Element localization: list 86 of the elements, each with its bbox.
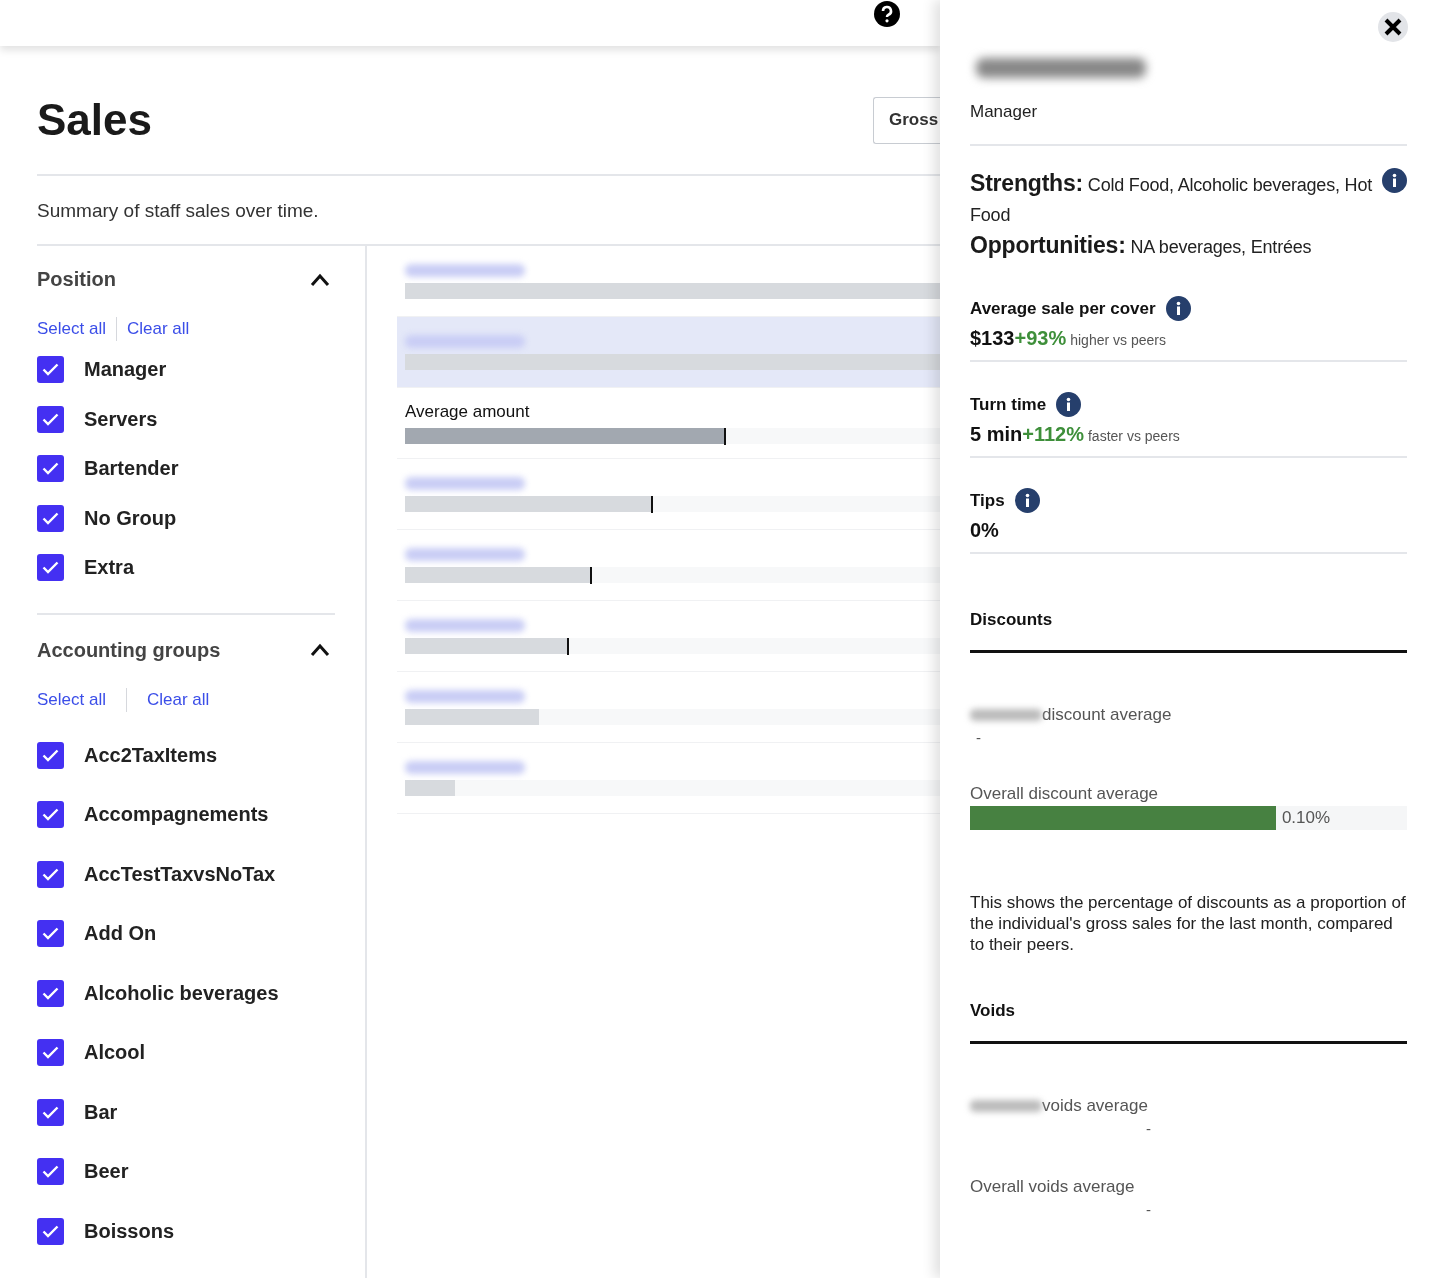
check-icon [42,927,59,941]
overall-average-label: Overall discount average [970,784,1160,804]
metric-value: $133 [970,327,1015,350]
section-description: This shows the percentage of discounts as a proportion of the individual's gross sales for the last month, compared to their peers. [970,892,1407,955]
redacted-name [970,1100,1042,1112]
checkbox-label: Boissons [84,1219,175,1243]
checkbox[interactable] [37,1098,64,1126]
own-average-label: voids average [1042,1096,1148,1116]
info-icon[interactable] [1382,168,1407,193]
close-button[interactable] [1378,12,1408,42]
checkbox-label: Alcoholic beverages [84,981,279,1005]
info-icon[interactable] [1056,392,1082,417]
staff-role: Manager [970,102,1407,146]
checkbox-label: No Group [84,506,177,530]
checkbox[interactable] [37,554,64,582]
check-icon [42,1046,59,1060]
metric-label: Tips [970,490,1005,511]
checkbox[interactable] [37,741,64,769]
checkbox[interactable] [37,979,64,1007]
own-average-label: discount average [1042,705,1172,725]
checkbox[interactable] [37,920,64,948]
select-all-link[interactable]: Select all [37,319,106,339]
checkbox[interactable] [37,860,64,888]
filter-group-title: Position [37,268,116,291]
checkbox[interactable] [37,801,64,829]
checkbox[interactable] [37,356,64,384]
overall-average-label: Overall voids average [970,1177,1136,1197]
checkbox-label: Accompagnements [84,803,269,827]
check-icon [42,748,59,762]
clear-all-link[interactable]: Clear all [147,689,210,710]
page-title: Sales [37,95,152,145]
own-average-value: - [1146,1120,1152,1137]
chevron-icon[interactable] [310,272,330,287]
strengths-text: Strengths: Cold Food, Alcoholic beverages, Hot Food [970,169,1373,227]
check-icon [42,986,59,1000]
metric-label: Turn time [970,394,1047,415]
checkbox-label: Add On [84,922,157,946]
check-icon [42,561,59,575]
checkbox-label: Alcool [84,1041,146,1065]
check-icon [42,412,59,426]
checkbox-label: Servers [84,407,158,431]
select-all-link[interactable]: Select all [37,689,106,710]
checkbox[interactable] [37,1158,64,1186]
overall-average-value: 0.10% [1281,808,1331,828]
metric-value: 0% [970,519,999,542]
checkbox[interactable] [37,1039,64,1067]
checkbox-label: Bar [84,1100,118,1124]
overall-average-value: - [1146,1201,1152,1218]
redacted-name [970,709,1042,721]
checkbox-label: Beer [84,1160,129,1184]
info-icon[interactable] [1014,488,1040,513]
check-icon [42,511,59,525]
check-icon [42,1165,59,1179]
metric-note: higher vs peers [1070,332,1166,348]
check-icon [42,1105,59,1119]
checkbox[interactable] [37,405,64,433]
opportunities-text: Opportunities: NA beverages, Entrées [970,231,1313,260]
chevron-icon[interactable] [310,643,330,657]
check-icon [42,363,59,377]
metric-change: +112% [1022,423,1084,446]
metric-note: faster vs peers [1088,428,1180,444]
average-label: Average amount [405,402,531,422]
metric-dropdown[interactable]: Gross [873,96,940,144]
help-icon[interactable] [874,1,900,27]
checkbox[interactable] [37,455,64,483]
check-icon [42,867,59,881]
checkbox-label: Acc2TaxItems [84,743,218,767]
checkbox[interactable] [37,504,64,532]
metric-change: +93% [1014,327,1067,350]
check-icon [42,808,59,822]
checkbox-label: Extra [84,556,135,580]
own-average-value: - [976,729,982,746]
filter-group-title: Accounting groups [37,638,221,662]
checkbox-label: Manager [84,358,167,382]
clear-all-link[interactable]: Clear all [127,319,190,339]
checkbox-label: Bartender [84,457,179,481]
section-title: Discounts [970,554,1407,653]
check-icon [42,462,59,476]
checkbox-label: AccTestTaxvsNoTax [84,862,276,886]
metric-label: Average sale per cover [970,298,1156,319]
close-icon [1383,17,1403,37]
section-title: Voids [970,955,1407,1044]
metric-value: 5 min [970,423,1023,446]
check-icon [42,1224,59,1238]
info-icon[interactable] [1165,296,1191,321]
checkbox[interactable] [37,1217,64,1245]
